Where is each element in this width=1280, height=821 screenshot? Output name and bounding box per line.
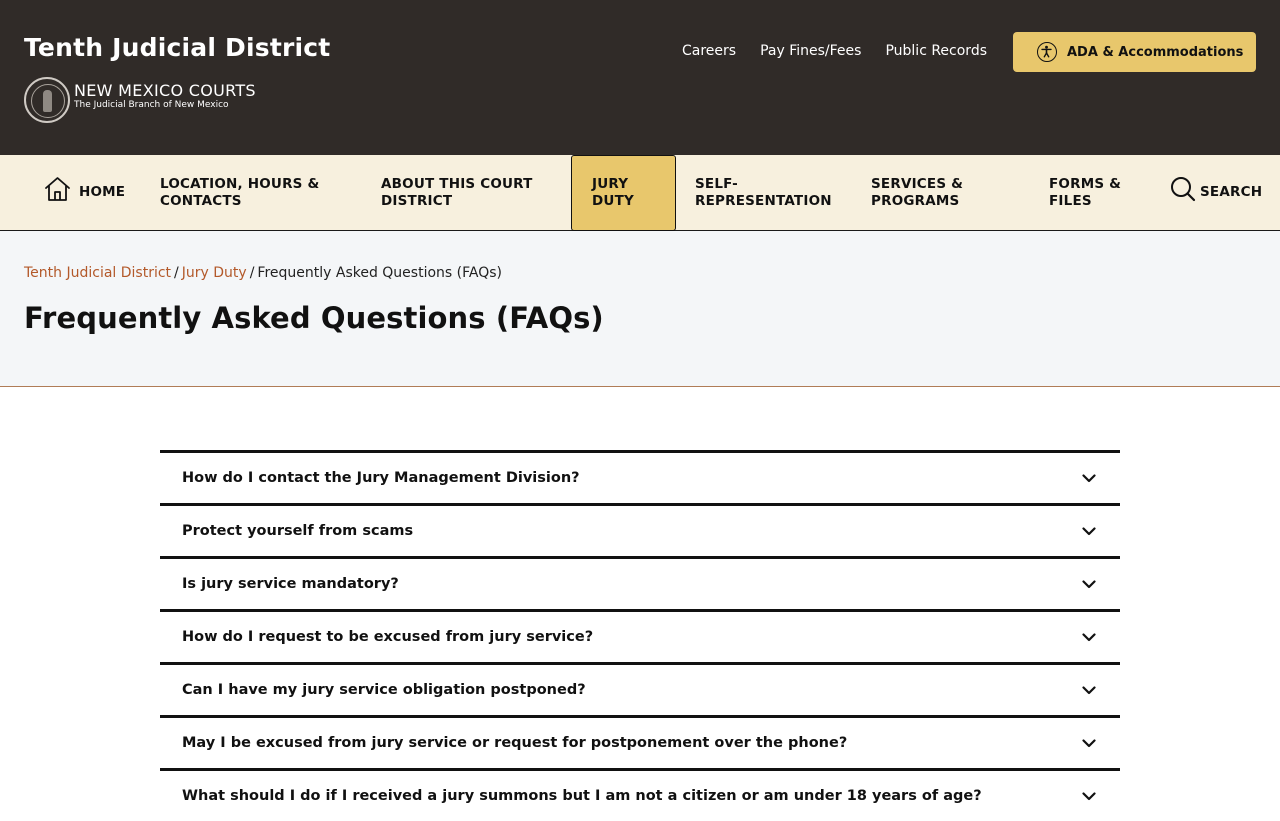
breadcrumb: Tenth Judicial District / Jury Duty / Freque… [24, 265, 502, 281]
nav-jury-label: JURY DUTY [592, 176, 634, 209]
site-header: Tenth Judicial District NEW MEXICO COURT… [0, 0, 1280, 155]
faq-item[interactable]: Protect yourself from scams [160, 503, 1120, 556]
nav-home-label: HOME [79, 184, 126, 200]
nav-self-label: SELF-REPRESENTATION [695, 175, 832, 209]
breadcrumb-current: Frequently Asked Questions (FAQs) [257, 265, 502, 281]
main-nav: HOME LOCATION, HOURS & CONTACTS ABOUT TH… [0, 155, 1280, 231]
chevron-down-icon [1082, 683, 1096, 697]
chevron-down-icon [1082, 471, 1096, 485]
faq-question: How do I request to be excused from jury… [182, 629, 594, 645]
nav-about-court-district[interactable]: ABOUT THIS COURT DISTRICT [381, 155, 551, 230]
chevron-down-icon [1082, 524, 1096, 538]
faq-item[interactable]: Can I have my jury service obligation po… [160, 662, 1120, 715]
faq-item[interactable]: How do I request to be excused from jury… [160, 609, 1120, 662]
brand-name: NEW MEXICO COURTS [74, 80, 256, 100]
pay-fines-link[interactable]: Pay Fines/Fees [760, 43, 861, 59]
nav-location-hours-contacts[interactable]: LOCATION, HOURS & CONTACTS [160, 155, 330, 230]
page-title: Frequently Asked Questions (FAQs) [24, 301, 604, 335]
nav-search-label: SEARCH [1200, 184, 1263, 200]
brand-subtitle: The Judicial Branch of New Mexico [74, 99, 229, 110]
faq-question: How do I contact the Jury Management Div… [182, 470, 580, 486]
faq-question: Protect yourself from scams [182, 523, 414, 539]
nav-forms-label: FORMS & FILES [1049, 175, 1122, 209]
chevron-down-icon [1082, 789, 1096, 803]
nav-forms-files[interactable]: FORMS & FILES [1049, 155, 1139, 230]
court-seal-icon [24, 77, 70, 123]
nm-courts-logo[interactable]: NEW MEXICO COURTS The Judicial Branch of… [24, 77, 256, 123]
breadcrumb-separator: / [174, 265, 179, 281]
search-icon [1170, 176, 1196, 207]
accessibility-icon [1037, 42, 1057, 62]
nav-search[interactable]: SEARCH [1170, 155, 1262, 230]
ada-button-label: ADA & Accommodations [1067, 44, 1244, 60]
nav-services-label: SERVICES & PROGRAMS [871, 175, 964, 209]
nav-self-representation[interactable]: SELF-REPRESENTATION [695, 155, 845, 230]
nav-services-programs[interactable]: SERVICES & PROGRAMS [871, 155, 1001, 230]
chevron-down-icon [1082, 630, 1096, 644]
faq-question: May I be excused from jury service or re… [182, 735, 848, 751]
faq-question: What should I do if I received a jury su… [182, 788, 982, 804]
nav-location-label: LOCATION, HOURS & CONTACTS [160, 175, 320, 209]
breadcrumb-link-home[interactable]: Tenth Judicial District [24, 265, 171, 281]
careers-link[interactable]: Careers [682, 43, 736, 59]
faq-item[interactable]: Is jury service mandatory? [160, 556, 1120, 609]
faq-question: Is jury service mandatory? [182, 576, 399, 592]
ada-accommodations-button[interactable]: ADA & Accommodations [1013, 32, 1256, 72]
chevron-down-icon [1082, 736, 1096, 750]
nav-jury-duty[interactable]: JURY DUTY [571, 155, 676, 231]
page-header: Tenth Judicial District / Jury Duty / Freque… [0, 231, 1280, 387]
site-title[interactable]: Tenth Judicial District [24, 33, 330, 62]
breadcrumb-link-jury-duty[interactable]: Jury Duty [182, 265, 247, 281]
faq-item[interactable]: How do I contact the Jury Management Div… [160, 450, 1120, 503]
utility-nav: Careers Pay Fines/Fees Public Records [682, 43, 1011, 59]
faq-item[interactable]: What should I do if I received a jury su… [160, 768, 1120, 821]
chevron-down-icon [1082, 577, 1096, 591]
nav-about-label: ABOUT THIS COURT DISTRICT [381, 175, 533, 209]
home-icon [44, 176, 71, 207]
faq-accordion: How do I contact the Jury Management Div… [160, 450, 1120, 821]
faq-item[interactable]: May I be excused from jury service or re… [160, 715, 1120, 768]
public-records-link[interactable]: Public Records [885, 43, 987, 59]
faq-question: Can I have my jury service obligation po… [182, 682, 586, 698]
nav-home[interactable]: HOME [44, 155, 125, 230]
breadcrumb-separator: / [249, 265, 255, 281]
